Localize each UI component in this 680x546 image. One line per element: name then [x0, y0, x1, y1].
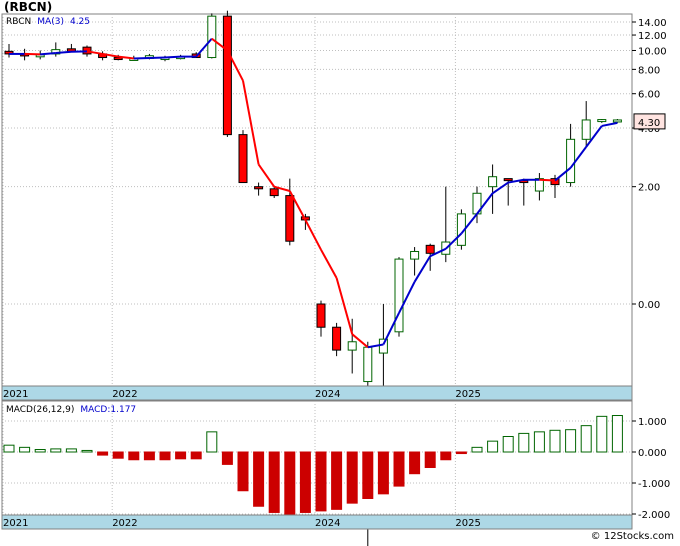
macd-bar-negative: [409, 451, 421, 475]
macd-bar-negative: [440, 451, 452, 461]
macd-bar-positive: [487, 440, 499, 453]
macd-bar-positive: [471, 446, 483, 453]
candle-down: [316, 303, 326, 328]
macd-bar-negative: [455, 451, 467, 455]
macd-bar-positive: [50, 448, 62, 453]
macd-bar-positive: [502, 436, 514, 453]
macd-bar-positive: [81, 449, 93, 453]
candle-down: [254, 186, 264, 190]
macd-bar-negative: [190, 451, 202, 460]
legend-ma-label: MA(3): [37, 17, 64, 27]
macd-bar-negative: [97, 451, 109, 456]
macd-bar-positive: [65, 448, 77, 453]
macd-legend-value-label: MACD:: [80, 405, 110, 415]
macd-tick-label: 0.000: [638, 448, 667, 459]
macd-bar-negative: [268, 451, 280, 513]
macd-bar-positive: [3, 444, 15, 453]
candle-up: [347, 341, 357, 351]
macd-legend: MACD(26,12,9) MACD:1.177: [6, 405, 136, 415]
macd-xaxis-label: 2024: [315, 518, 340, 529]
macd-bar-negative: [237, 451, 249, 492]
macd-xaxis-label: 2022: [112, 518, 137, 529]
credit: © 12Stocks.com: [590, 531, 674, 542]
candle-up: [566, 138, 576, 184]
macd-bar-negative: [377, 451, 389, 495]
macd-bar-negative: [112, 451, 124, 459]
macd-xaxis-label: 2025: [455, 518, 480, 529]
candle-up: [394, 258, 404, 333]
price-xaxis-label: 2024: [315, 389, 340, 400]
candle-up: [410, 250, 420, 260]
candle-up: [378, 338, 388, 354]
macd-tick-label: 1.000: [638, 417, 667, 428]
price-xaxis-label: 2022: [112, 389, 137, 400]
macd-bar-positive: [19, 446, 31, 453]
macd-bar-negative: [221, 451, 233, 465]
ma-segment: [539, 178, 556, 182]
candle-up: [597, 119, 607, 123]
price-xaxis-label: 2025: [455, 389, 480, 400]
candle-down: [503, 178, 513, 182]
macd-bar-negative: [393, 451, 405, 487]
price-tick-label: 10.00: [638, 46, 667, 57]
macd-bar-positive: [34, 449, 46, 453]
macd-bar-negative: [143, 451, 155, 461]
macd-bar-negative: [284, 451, 296, 517]
macd-bar-positive: [580, 425, 592, 453]
legend-ma-value: 4.25: [70, 17, 90, 27]
macd-bar-negative: [362, 451, 374, 499]
price-tick-label: 6.00: [638, 90, 660, 101]
legend-symbol: RBCN: [6, 17, 31, 27]
candle-down: [285, 195, 295, 242]
ma-segment: [164, 55, 181, 59]
last-price-label: 4.30: [638, 118, 660, 129]
macd-legend-label: MACD(26,12,9): [6, 405, 74, 415]
price-tick-label: 14.00: [638, 18, 667, 29]
macd-bar-negative: [128, 451, 140, 461]
macd-bar-negative: [175, 451, 187, 460]
price-tick-label: 0.00: [638, 300, 660, 311]
macd-bar-negative: [315, 451, 327, 512]
ma-segment: [55, 50, 72, 55]
candle-down: [425, 244, 435, 254]
macd-bar-negative: [331, 451, 343, 510]
price-tick-label: 2.00: [638, 183, 660, 194]
macd-bar-positive: [565, 429, 577, 453]
macd-bar-negative: [159, 451, 171, 461]
macd-bar-positive: [596, 415, 608, 453]
price-legend: RBCN MA(3) 4.25: [6, 17, 90, 27]
macd-bar-negative: [424, 451, 436, 468]
candle-up: [207, 15, 217, 59]
macd-bar-negative: [346, 451, 358, 504]
ma-segment: [40, 52, 56, 56]
candle-up: [581, 119, 591, 140]
macd-bar-negative: [253, 451, 265, 507]
candle-up: [363, 346, 373, 383]
macd-bar-positive: [533, 431, 545, 453]
candle-down: [332, 326, 342, 351]
candle-down: [222, 15, 232, 136]
macd-tick-label: -1.000: [638, 479, 670, 490]
macd-tick-label: -2.000: [638, 510, 670, 521]
price-xaxis-label: 2021: [3, 389, 28, 400]
stock-chart: 14.0012.0010.008.006.004.002.000.00RBCN M…: [1, 10, 670, 546]
macd-legend-value: 1.177: [110, 405, 136, 415]
candle-down: [269, 188, 279, 197]
macd-bar-positive: [611, 415, 623, 453]
candle-up: [612, 119, 622, 123]
candle-down: [238, 134, 248, 184]
price-tick-label: 8.00: [638, 65, 660, 76]
macd-xaxis-label: 2021: [3, 518, 28, 529]
macd-bar-negative: [299, 451, 311, 513]
price-tick-label: 12.00: [638, 31, 667, 42]
candle-up: [488, 176, 498, 188]
macd-bar-positive: [206, 431, 218, 453]
macd-bar-positive: [518, 432, 530, 453]
macd-bar-positive: [549, 429, 561, 453]
